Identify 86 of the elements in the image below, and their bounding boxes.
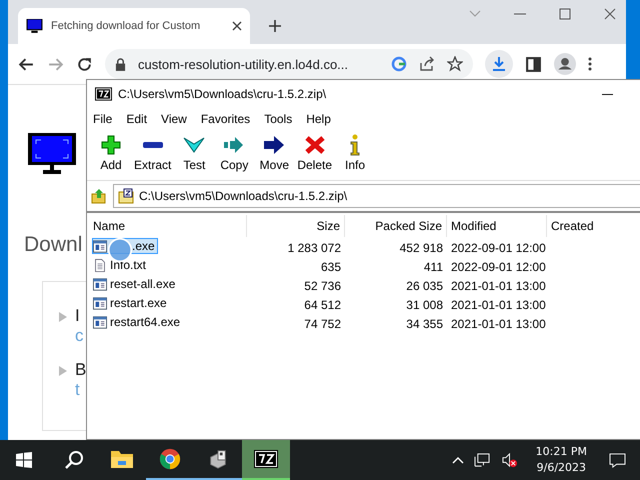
muted-speaker-icon[interactable] bbox=[500, 452, 518, 468]
menu-item[interactable]: File bbox=[93, 112, 112, 126]
table-cell-text: 411 bbox=[422, 260, 444, 274]
address-bar[interactable]: custom-resolution-utility.en.lo4d.co... bbox=[105, 49, 473, 79]
table-cell-text: 1 283 072 bbox=[286, 240, 342, 254]
zip-file-icon bbox=[118, 188, 134, 204]
reload-icon[interactable] bbox=[76, 56, 93, 72]
new-tab-icon[interactable] bbox=[268, 19, 282, 33]
toolbar-button[interactable]: Info bbox=[335, 132, 376, 180]
arrow-icon bbox=[262, 134, 286, 156]
lock-icon bbox=[115, 58, 126, 70]
taskbar-app[interactable] bbox=[242, 440, 290, 480]
search-icon[interactable] bbox=[64, 450, 84, 470]
side-panel-icon[interactable] bbox=[525, 56, 542, 72]
network-icon[interactable] bbox=[474, 452, 491, 468]
file-name[interactable]: restart64.exe bbox=[93, 315, 182, 330]
toolbar-button[interactable]: Copy bbox=[214, 132, 254, 180]
file-name[interactable]: reset-all.exe bbox=[93, 277, 178, 292]
item-title: I bbox=[75, 306, 80, 326]
translate-icon[interactable] bbox=[391, 56, 407, 72]
program-icon bbox=[93, 240, 107, 253]
toolbar-button[interactable]: Delete bbox=[294, 132, 336, 180]
folder-up-icon[interactable] bbox=[91, 188, 107, 204]
program-icon bbox=[93, 278, 107, 291]
table-cell-text: 2021-01-01 13:00 bbox=[450, 278, 547, 292]
clock[interactable]: 10:21 PM 9/6/2023 bbox=[536, 444, 587, 476]
download-button[interactable] bbox=[485, 50, 513, 78]
toolbar-button[interactable]: Add bbox=[91, 132, 131, 180]
toolbar-button[interactable]: Move bbox=[254, 132, 294, 180]
archiver-icon bbox=[95, 87, 112, 101]
close-icon[interactable] bbox=[232, 21, 242, 31]
menu-icon[interactable] bbox=[588, 56, 592, 72]
text-file-icon bbox=[93, 258, 107, 272]
table-cell-text: 64 512 bbox=[303, 298, 342, 312]
download-icon bbox=[491, 56, 507, 72]
column-header[interactable]: Packed Size bbox=[345, 215, 447, 237]
table-cell-text: 31 008 bbox=[405, 298, 444, 312]
profile-icon[interactable] bbox=[554, 53, 576, 75]
menu-item[interactable]: Favorites bbox=[200, 112, 250, 126]
table-cell-text: 26 035 bbox=[405, 278, 444, 292]
file-name[interactable]: restart.exe bbox=[93, 296, 169, 310]
back-icon[interactable] bbox=[18, 56, 35, 72]
column-header[interactable]: Size bbox=[247, 215, 345, 237]
notification-icon[interactable] bbox=[609, 452, 626, 468]
menu-item[interactable]: Help bbox=[306, 112, 331, 126]
window-title: C:\Users\vm5\Downloads\cru-1.5.2.zip\ bbox=[118, 87, 328, 101]
archiver-icon bbox=[254, 448, 278, 470]
column-header[interactable]: Name bbox=[87, 215, 247, 237]
file-name[interactable]: Info.txt bbox=[93, 258, 148, 272]
program-icon bbox=[93, 296, 107, 310]
table-cell-text: 52 736 bbox=[303, 278, 342, 292]
toolbar-button[interactable]: Extract bbox=[131, 132, 174, 180]
table-cell-text: 452 918 bbox=[398, 240, 444, 254]
maximize-icon[interactable] bbox=[559, 8, 571, 20]
folder-icon bbox=[110, 448, 134, 470]
plus-icon bbox=[99, 134, 123, 156]
item-title: B bbox=[75, 360, 86, 380]
column-header[interactable]: Modified bbox=[447, 215, 547, 237]
browser-tab[interactable]: Fetching download for Custom bbox=[18, 8, 250, 44]
table-cell-text: 2021-01-01 13:00 bbox=[450, 316, 547, 330]
close-icon[interactable] bbox=[604, 8, 616, 20]
share-icon[interactable] bbox=[419, 56, 435, 72]
table-cell-text: 2022-09-01 12:00 bbox=[450, 240, 547, 254]
monitor-icon bbox=[26, 18, 43, 34]
table-cell-text: 74 752 bbox=[303, 316, 342, 330]
menu-item[interactable]: View bbox=[161, 112, 187, 126]
bullet-icon bbox=[59, 312, 67, 322]
page-heading: Downl bbox=[24, 233, 82, 257]
table-cell-text: 2022-09-01 12:00 bbox=[450, 260, 547, 274]
start-icon[interactable] bbox=[16, 452, 32, 468]
table-cell-text: 34 355 bbox=[405, 316, 444, 330]
column-header[interactable]: Created bbox=[547, 215, 637, 237]
monitor-icon bbox=[28, 133, 76, 175]
table-cell-text: 2021-01-01 13:00 bbox=[450, 298, 547, 312]
bullet-icon bbox=[59, 366, 67, 376]
menu-item[interactable]: Tools bbox=[264, 112, 292, 126]
star-icon[interactable] bbox=[447, 56, 463, 72]
minus-icon bbox=[142, 142, 163, 148]
browser-icon bbox=[158, 448, 182, 470]
table-cell-text: 635 bbox=[320, 260, 342, 274]
program-icon bbox=[93, 316, 107, 329]
toolbar-button[interactable]: Test bbox=[174, 132, 214, 180]
chevron-up-icon[interactable] bbox=[452, 456, 464, 464]
cross-icon bbox=[302, 134, 327, 156]
menu-item[interactable]: Edit bbox=[126, 112, 148, 126]
path-field[interactable]: C:\Users\vm5\Downloads\cru-1.5.2.zip\ bbox=[113, 184, 640, 208]
